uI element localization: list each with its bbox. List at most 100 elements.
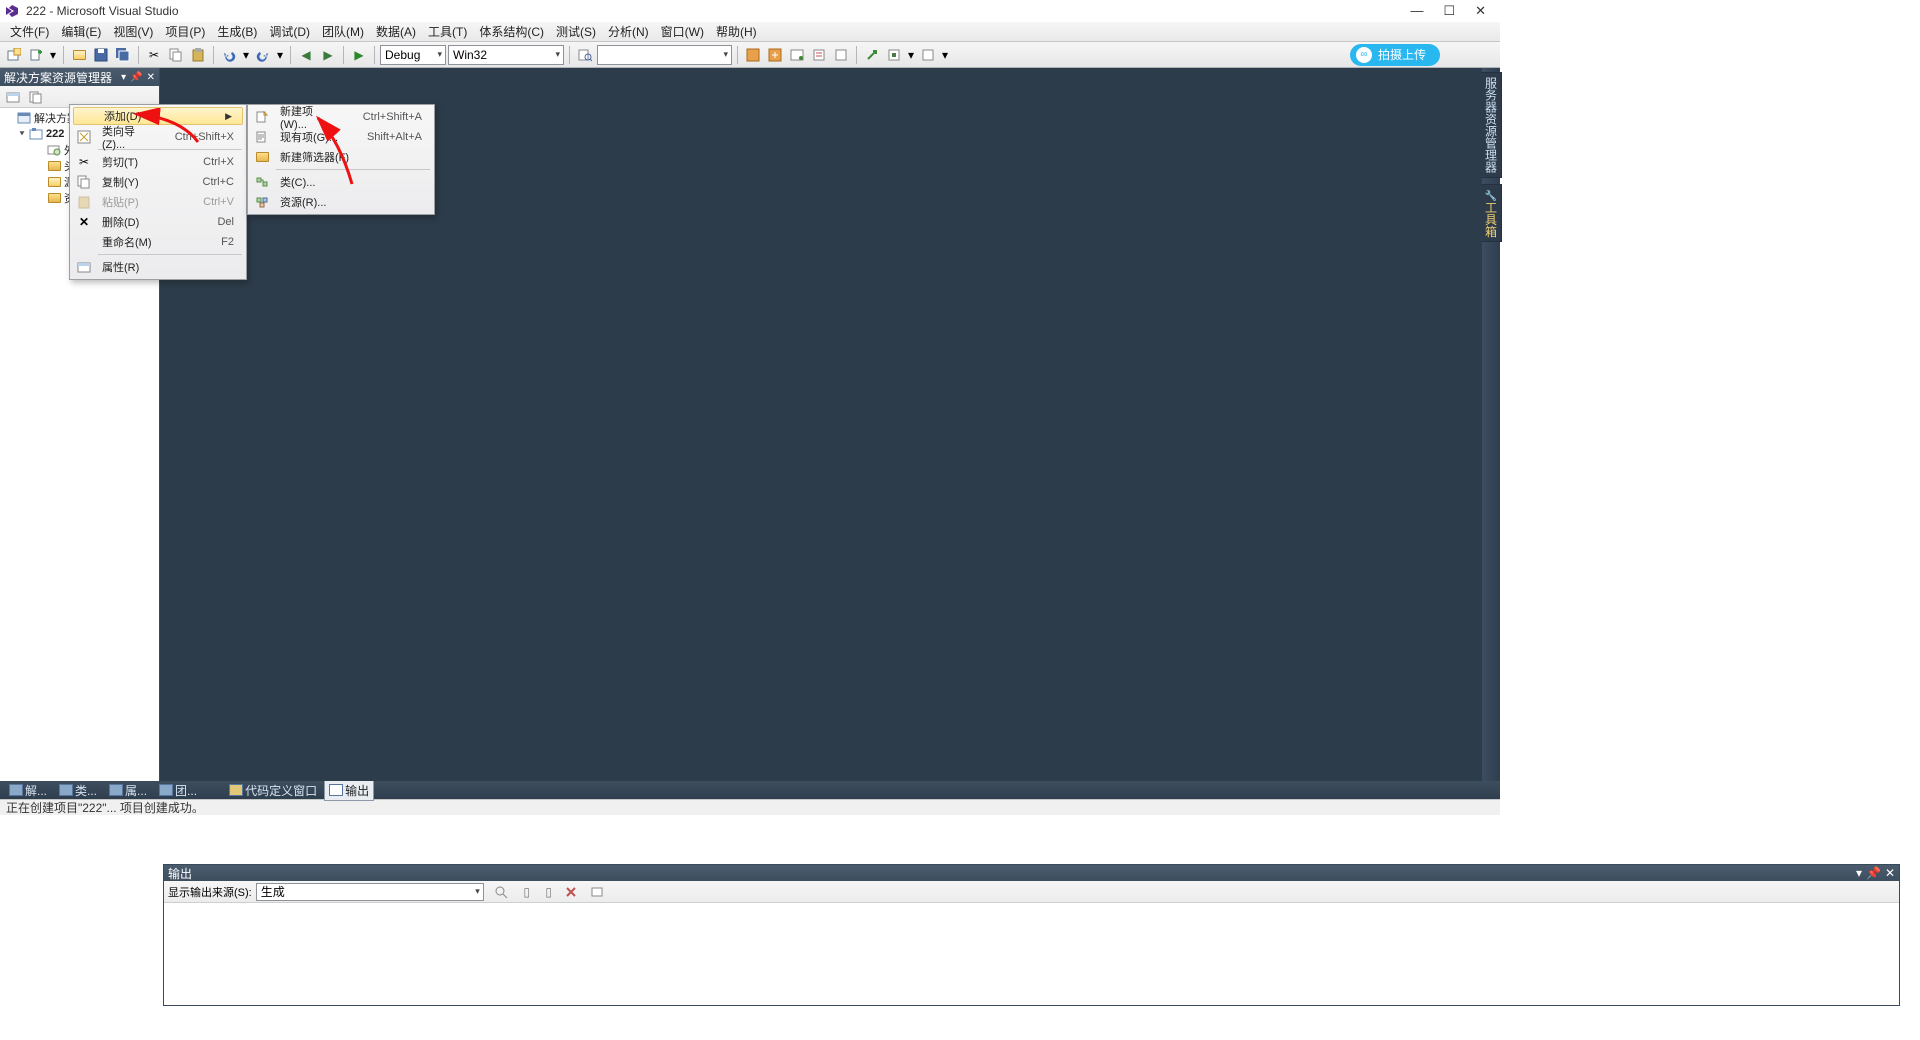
panel-dropdown-icon[interactable]: ▾ — [121, 72, 126, 83]
menu-analyze[interactable]: 分析(N) — [602, 21, 655, 42]
toolbar-btn-d[interactable] — [809, 45, 829, 65]
properties-icon[interactable] — [4, 88, 22, 106]
solution-icon — [16, 111, 32, 125]
output-next-icon[interactable]: ▯ — [540, 883, 558, 901]
save-all-icon[interactable] — [113, 45, 133, 65]
editor-surface: 添加(D) ▶ 类向导(Z)... Ctrl+Shift+X ✂ 剪切(T) C… — [160, 68, 1482, 781]
tab-icon — [59, 784, 73, 796]
wizard-icon — [72, 130, 96, 144]
toolbar-btn-g-dd[interactable]: ▾ — [906, 45, 916, 65]
new-item-icon — [250, 110, 274, 124]
menu-new-filter[interactable]: 新建筛选器(F) — [250, 147, 432, 167]
upload-button[interactable]: ∞ 拍摄上传 — [1350, 44, 1440, 66]
bottom-tab-solution[interactable]: 解... — [4, 780, 52, 801]
menu-class-wizard[interactable]: 类向导(Z)... Ctrl+Shift+X — [72, 127, 244, 147]
minimize-button[interactable]: ― — [1410, 3, 1423, 19]
resource-icon — [250, 195, 274, 209]
menu-file[interactable]: 文件(F) — [4, 21, 55, 42]
redo-dd-icon[interactable]: ▾ — [275, 45, 285, 65]
toolbar-btn-c[interactable] — [787, 45, 807, 65]
new-project-icon[interactable] — [4, 45, 24, 65]
menu-build[interactable]: 生成(B) — [211, 21, 263, 42]
menu-edit[interactable]: 编辑(E) — [55, 21, 107, 42]
maximize-button[interactable]: ☐ — [1443, 3, 1455, 19]
output-source-dropdown[interactable]: 生成 — [256, 883, 484, 901]
menu-existing-item[interactable]: 现有项(G)... Shift+Alt+A — [250, 127, 432, 147]
menu-tools[interactable]: 工具(T) — [422, 21, 473, 42]
bottom-tab-codedef[interactable]: 代码定义窗口 — [224, 780, 322, 801]
copy-icon[interactable] — [166, 45, 186, 65]
menu-window[interactable]: 窗口(W) — [655, 21, 710, 42]
bottom-tab-class[interactable]: 类... — [54, 780, 102, 801]
bottom-tab-output[interactable]: 输出 — [324, 780, 374, 801]
output-wrap-icon[interactable] — [588, 883, 606, 901]
panel-pin-icon[interactable]: 📌 — [1866, 866, 1881, 880]
menu-class[interactable]: 类(C)... — [250, 172, 432, 192]
bottom-tab-props[interactable]: 属... — [104, 780, 152, 801]
menu-delete[interactable]: ✕ 删除(D) Del — [72, 212, 244, 232]
tab-server-explorer[interactable]: 服务器资源管理器 — [1481, 72, 1502, 178]
toolbar-btn-a[interactable] — [743, 45, 763, 65]
output-body[interactable] — [164, 903, 1899, 1005]
folder-open-icon — [46, 175, 62, 189]
save-icon[interactable] — [91, 45, 111, 65]
menu-test[interactable]: 测试(S) — [550, 21, 602, 42]
menu-help[interactable]: 帮助(H) — [710, 21, 763, 42]
toolbar-btn-b[interactable] — [765, 45, 785, 65]
menu-data[interactable]: 数据(A) — [370, 21, 422, 42]
config-dropdown[interactable]: Debug — [380, 45, 446, 65]
menu-resource[interactable]: 资源(R)... — [250, 192, 432, 212]
menu-cut[interactable]: ✂ 剪切(T) Ctrl+X — [72, 152, 244, 172]
undo-icon[interactable] — [219, 45, 239, 65]
panel-dropdown-icon[interactable]: ▾ — [1856, 866, 1862, 880]
toolbar-btn-h-dd[interactable]: ▾ — [940, 45, 950, 65]
nav-fwd-icon[interactable]: ▶ — [318, 45, 338, 65]
paste-icon[interactable] — [188, 45, 208, 65]
collapse-icon[interactable]: ⯆ — [16, 129, 28, 140]
dropdown-arrow-icon[interactable]: ▾ — [48, 45, 58, 65]
redo-icon[interactable] — [253, 45, 273, 65]
panel-pin-icon[interactable]: 📌 — [130, 72, 142, 83]
close-button[interactable]: ✕ — [1475, 3, 1486, 19]
toolbar-btn-e[interactable] — [831, 45, 851, 65]
standard-toolbar: ▾ ✂ ▾ ▾ ◀ ▶ ▶ Debug Win32 ▾ ▾ ∞ 拍摄上传 — [0, 42, 1500, 68]
open-file-icon[interactable] — [69, 45, 89, 65]
undo-dd-icon[interactable]: ▾ — [241, 45, 251, 65]
toolbar-btn-f[interactable] — [862, 45, 882, 65]
window-title: 222 - Microsoft Visual Studio — [26, 4, 179, 18]
find-dropdown[interactable] — [597, 45, 732, 65]
show-all-icon[interactable] — [26, 88, 44, 106]
nav-back-icon[interactable]: ◀ — [296, 45, 316, 65]
start-icon[interactable]: ▶ — [349, 45, 369, 65]
bottom-tab-team[interactable]: 团... — [154, 780, 202, 801]
context-menu-add: 新建项(W)... Ctrl+Shift+A 现有项(G)... Shift+A… — [247, 104, 435, 215]
new-filter-icon — [250, 152, 274, 162]
vs-logo-icon — [4, 3, 20, 19]
menu-new-item[interactable]: 新建项(W)... Ctrl+Shift+A — [250, 107, 432, 127]
toolbar-btn-g[interactable] — [884, 45, 904, 65]
find-in-files-icon[interactable] — [575, 45, 595, 65]
menu-view[interactable]: 视图(V) — [107, 21, 159, 42]
menu-project[interactable]: 项目(P) — [159, 21, 211, 42]
menu-architecture[interactable]: 体系结构(C) — [473, 21, 550, 42]
output-panel: 输出 ▾ 📌 ✕ 显示输出来源(S): 生成 ▯ ▯ — [163, 864, 1900, 1006]
panel-close-icon[interactable]: ✕ — [1885, 866, 1895, 880]
menu-copy[interactable]: 复制(Y) Ctrl+C — [72, 172, 244, 192]
output-clear-icon[interactable] — [562, 883, 580, 901]
menu-debug[interactable]: 调试(D) — [263, 21, 316, 42]
panel-close-icon[interactable]: ✕ — [147, 72, 155, 83]
menu-team[interactable]: 团队(M) — [316, 21, 370, 42]
platform-dropdown[interactable]: Win32 — [448, 45, 564, 65]
tab-toolbox[interactable]: 🔧工具箱 — [1481, 184, 1502, 242]
class-icon — [250, 175, 274, 189]
bottom-tabs: 解... 类... 属... 团... 代码定义窗口 输出 — [0, 781, 1500, 799]
add-item-icon[interactable] — [26, 45, 46, 65]
output-prev-icon[interactable]: ▯ — [518, 883, 536, 901]
output-toolbar: 显示输出来源(S): 生成 ▯ ▯ — [164, 881, 1899, 903]
menu-bar: 文件(F) 编辑(E) 视图(V) 项目(P) 生成(B) 调试(D) 团队(M… — [0, 22, 1500, 42]
menu-rename[interactable]: 重命名(M) F2 — [72, 232, 244, 252]
cut-icon[interactable]: ✂ — [144, 45, 164, 65]
toolbar-btn-h[interactable] — [918, 45, 938, 65]
menu-properties[interactable]: 属性(R) — [72, 257, 244, 277]
output-find-icon[interactable] — [492, 883, 510, 901]
